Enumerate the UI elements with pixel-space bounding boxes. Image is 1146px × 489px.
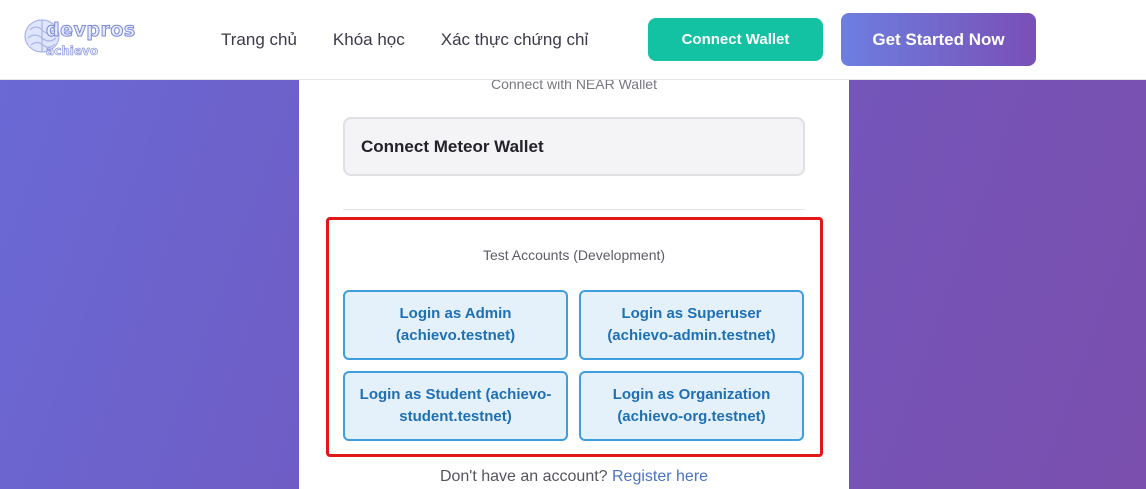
get-started-button[interactable]: Get Started Now: [841, 13, 1036, 66]
login-superuser-button[interactable]: Login as Superuser (achievo-admin.testne…: [579, 290, 804, 360]
top-navbar: devpros achievo Trang chủ Khóa học Xác t…: [0, 0, 1146, 80]
devpros-achievo-logo[interactable]: devpros achievo: [22, 12, 137, 62]
connect-meteor-wallet-button[interactable]: Connect Meteor Wallet: [343, 117, 805, 176]
nav-verify-certificate-link[interactable]: Xác thực chứng chỉ: [441, 30, 589, 50]
register-prompt: Don't have an account? Register here: [299, 468, 849, 486]
logo-wordmark-bottom: achievo: [46, 44, 99, 59]
logo-wordmark-top: devpros: [46, 19, 136, 42]
register-prompt-text: Don't have an account?: [439, 468, 612, 485]
login-student-button[interactable]: Login as Student (achievo-student.testne…: [343, 371, 568, 441]
login-organization-button[interactable]: Login as Organization (achievo-org.testn…: [579, 371, 804, 441]
section-divider: [343, 209, 805, 210]
connect-wallet-button[interactable]: Connect Wallet: [648, 18, 823, 61]
login-card: Connect with NEAR Wallet Connect Meteor …: [299, 60, 849, 489]
nav-courses-link[interactable]: Khóa học: [333, 30, 405, 50]
nav-home-link[interactable]: Trang chủ: [221, 30, 297, 50]
main-nav: Trang chủ Khóa học Xác thực chứng chỉ: [221, 30, 624, 50]
login-admin-button[interactable]: Login as Admin (achievo.testnet): [343, 290, 568, 360]
test-accounts-title: Test Accounts (Development): [482, 247, 666, 263]
register-link[interactable]: Register here: [612, 468, 708, 485]
